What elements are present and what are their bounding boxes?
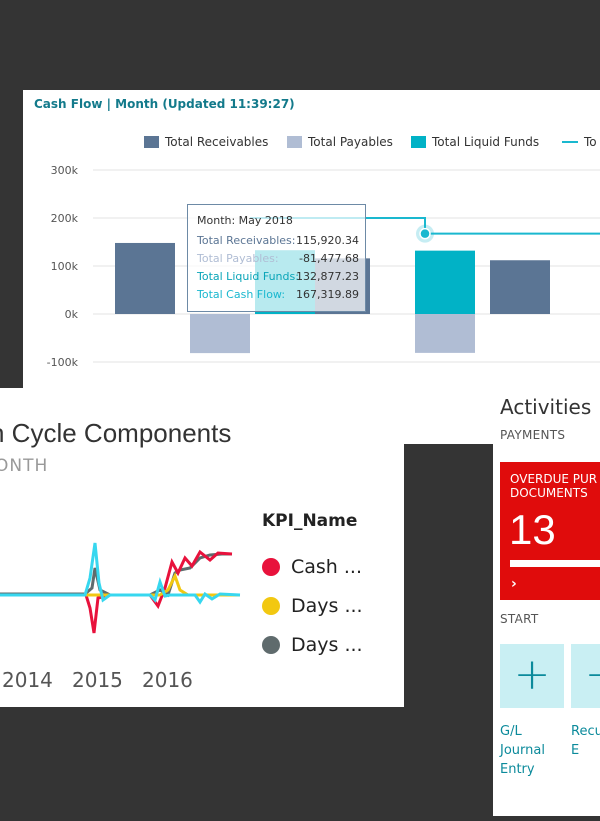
y-axis-tick-label: -100k [47, 356, 79, 369]
tooltip-label-payables: Total Payables: [197, 252, 279, 265]
legend-item-total-liquid-funds[interactable]: Total Liquid Funds [411, 135, 539, 149]
tooltip-label-receivables: Total Receivables: [197, 234, 296, 247]
legend-dot [262, 597, 280, 615]
kpi-legend-item[interactable]: Days ... [262, 595, 363, 617]
legend-swatch [411, 136, 426, 148]
tooltip-label-liquid-funds: Total Liquid Funds: [197, 270, 299, 283]
chevron-right-icon[interactable]: › [511, 576, 517, 592]
recurring-gl-journal-link[interactable]: Recu G/L E [571, 722, 600, 760]
cash-flow-legend: Total Receivables Total Payables Total L… [23, 135, 600, 151]
overdue-purchase-documents-tile[interactable]: OVERDUE PUR DOCUMENTS 13 › [500, 462, 600, 600]
kpi-legend-title: KPI_Name [262, 511, 358, 531]
tooltip-label-cash-flow: Total Cash Flow: [197, 288, 286, 301]
y-axis-tick-label: 100k [51, 260, 79, 273]
y-axis-tick-label: 300k [51, 164, 79, 177]
bar-total-payables [415, 314, 475, 353]
activities-panel: Activities PAYMENTS OVERDUE PUR DOCUMENT… [493, 386, 600, 816]
legend-label: Total Payables [308, 135, 393, 149]
activities-title: Activities [500, 395, 592, 419]
legend-dot [262, 636, 280, 654]
recurring-gl-journal-tile[interactable]: + [571, 644, 600, 708]
legend-swatch [144, 136, 159, 148]
tooltip-value-cash-flow: 167,319.89 [296, 288, 359, 301]
bar-total-receivables [490, 260, 550, 314]
payments-caption: PAYMENTS [500, 428, 566, 442]
kpi-legend-label: Cash ... [291, 556, 363, 578]
plus-icon: + [571, 644, 600, 706]
bar-total-payables [190, 314, 250, 354]
tooltip-value-receivables: 115,920.34 [296, 234, 359, 247]
legend-label: Total Liquid Funds [432, 135, 540, 149]
days-series-line-gray [0, 552, 232, 598]
start-caption: START [500, 612, 539, 626]
x-axis-tick-2016: 2016 [142, 668, 193, 692]
legend-item-total-receivables[interactable]: Total Receivables [144, 135, 268, 149]
gl-journal-entry-tile[interactable]: + [500, 644, 564, 708]
tooltip-value-liquid-funds: 132,877.23 [296, 270, 359, 283]
legend-label: Total Receivables [165, 135, 269, 149]
plus-icon: + [513, 649, 551, 700]
tooltip-value-payables: -81,477.68 [299, 252, 359, 265]
kpi-legend-item[interactable]: Cash ... [262, 556, 362, 578]
gl-journal-entry-link[interactable]: G/L Journal Entry [500, 722, 564, 779]
cash-cycle-line-chart [0, 542, 241, 634]
x-axis-tick-2014: 2014 [2, 668, 53, 692]
legend-line-swatch [562, 141, 578, 143]
overdue-tile-label: OVERDUE PUR DOCUMENTS [510, 472, 598, 500]
y-axis-tick-label: 0k [65, 308, 79, 321]
legend-swatch [287, 136, 302, 148]
legend-label: To [584, 135, 597, 149]
overdue-tile-progress-bar [510, 560, 600, 567]
cash-cycle-components-panel: h Cycle Components ONTH 2014 2015 2016 K… [0, 388, 404, 707]
tooltip-month: Month: May 2018 [197, 214, 293, 227]
legend-dot [262, 558, 280, 576]
kpi-legend-item[interactable]: Days ... [262, 634, 363, 656]
legend-item-total-payables[interactable]: Total Payables [287, 135, 393, 149]
bar-total-liquid-funds [415, 250, 475, 314]
cash-flow-point [419, 227, 431, 240]
y-axis-tick-label: 200k [51, 212, 79, 225]
chart-tooltip: Month: May 2018 Total Receivables: 115,9… [187, 204, 366, 312]
kpi-legend-label: Days ... [291, 634, 363, 656]
bar-total-receivables [115, 242, 175, 314]
legend-item-total-cash-flow[interactable]: To [562, 135, 597, 149]
cash-cycle-title: h Cycle Components [0, 418, 232, 448]
x-axis-tick-2015: 2015 [72, 668, 123, 692]
kpi-legend-label: Days ... [291, 595, 363, 617]
days-series-line-yellow [0, 572, 240, 597]
cash-flow-title[interactable]: Cash Flow | Month (Updated 11:39:27) [34, 97, 295, 111]
overdue-tile-count: 13 [509, 506, 556, 553]
cash-cycle-subtitle: ONTH [0, 456, 49, 476]
